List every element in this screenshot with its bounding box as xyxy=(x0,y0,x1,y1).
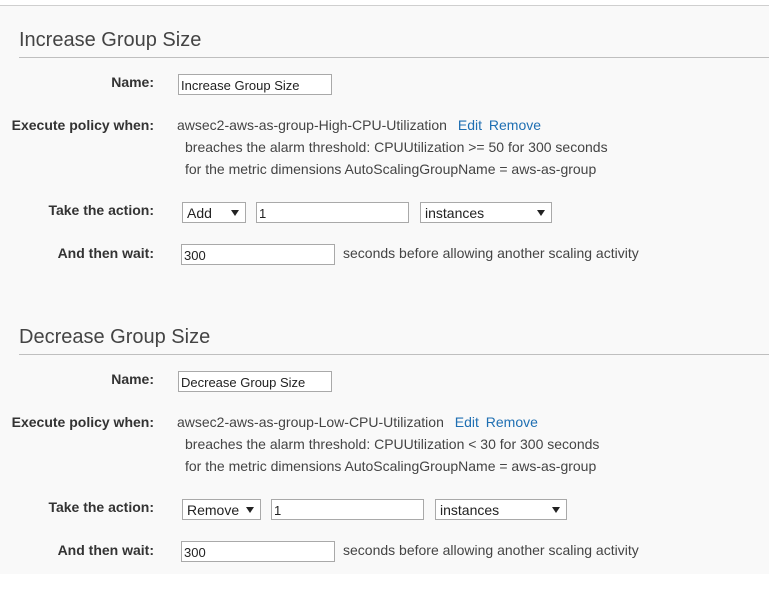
chevron-down-icon xyxy=(552,507,560,513)
decrease-execute-label: Execute policy when: xyxy=(11,414,154,430)
decrease-alarm-name-text: awsec2-aws-as-group-Low-CPU-Utilization xyxy=(177,414,444,430)
increase-execute-label: Execute policy when: xyxy=(11,117,154,133)
decrease-action-amount-input[interactable] xyxy=(271,499,424,520)
decrease-alarm-name: awsec2-aws-as-group-Low-CPU-Utilization … xyxy=(177,413,538,431)
increase-section-divider xyxy=(19,57,769,58)
increase-dimensions-text: for the metric dimensions AutoScalingGro… xyxy=(185,161,597,177)
increase-section-title: Increase Group Size xyxy=(19,29,202,51)
decrease-wait-label: And then wait: xyxy=(57,542,154,558)
increase-unit-select-value: instances xyxy=(425,205,485,221)
decrease-action-select-value: Remove xyxy=(187,502,240,518)
decrease-name-input[interactable] xyxy=(178,371,332,392)
chevron-down-icon xyxy=(246,507,254,513)
increase-alarm-name-text: awsec2-aws-as-group-High-CPU-Utilization xyxy=(177,117,447,133)
increase-name-label: Name: xyxy=(111,74,154,90)
increase-wait-label: And then wait: xyxy=(57,245,154,261)
decrease-unit-select[interactable]: instances xyxy=(435,499,567,520)
increase-unit-select[interactable]: instances xyxy=(420,202,552,223)
chevron-down-icon xyxy=(231,210,239,216)
increase-edit-alarm-link[interactable]: Edit xyxy=(458,117,482,133)
decrease-wait-suffix: seconds before allowing another scaling … xyxy=(343,542,639,558)
scaling-policies-panel: Increase Group Size Name: Execute policy… xyxy=(0,5,769,574)
decrease-action-label: Take the action: xyxy=(48,499,154,515)
increase-alarm-name: awsec2-aws-as-group-High-CPU-Utilization… xyxy=(177,116,541,134)
increase-action-select[interactable]: Add xyxy=(182,202,246,223)
decrease-unit-select-value: instances xyxy=(440,502,500,518)
decrease-section-title: Decrease Group Size xyxy=(19,326,211,348)
increase-action-select-value: Add xyxy=(187,205,212,221)
increase-action-amount-input[interactable] xyxy=(256,202,409,223)
increase-wait-input[interactable] xyxy=(181,244,335,265)
decrease-edit-alarm-link[interactable]: Edit xyxy=(455,414,479,430)
decrease-dimensions-text: for the metric dimensions AutoScalingGro… xyxy=(185,458,597,474)
decrease-action-select[interactable]: Remove xyxy=(182,499,261,520)
increase-wait-suffix: seconds before allowing another scaling … xyxy=(343,245,639,261)
increase-threshold-text: breaches the alarm threshold: CPUUtiliza… xyxy=(185,139,608,155)
decrease-remove-alarm-link[interactable]: Remove xyxy=(486,414,538,430)
decrease-section-divider xyxy=(19,354,769,355)
decrease-name-label: Name: xyxy=(111,371,154,387)
decrease-wait-input[interactable] xyxy=(181,541,335,562)
increase-action-label: Take the action: xyxy=(48,202,154,218)
increase-name-input[interactable] xyxy=(178,74,332,95)
chevron-down-icon xyxy=(537,210,545,216)
decrease-threshold-text: breaches the alarm threshold: CPUUtiliza… xyxy=(185,436,600,452)
increase-remove-alarm-link[interactable]: Remove xyxy=(489,117,541,133)
